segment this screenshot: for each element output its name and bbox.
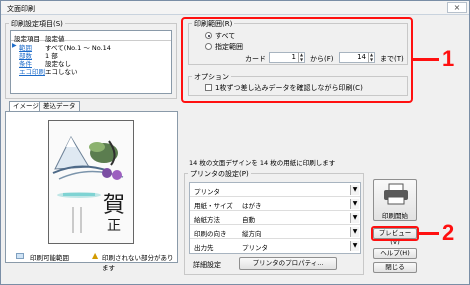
print-area-label: 印刷可能範囲 [30, 254, 69, 262]
printer-row-label: 給紙方法 [194, 216, 220, 224]
printer-row[interactable]: 給紙方法 自動 ▼ [190, 211, 360, 225]
printer-row-value: 自動 [242, 216, 255, 224]
printer-icon [384, 183, 408, 205]
dropdown-arrow-icon[interactable]: ▼ [350, 199, 359, 209]
callout-number-2: 2 [442, 220, 455, 245]
printer-row-label: 印刷の向き [194, 230, 227, 238]
tab-image[interactable]: イメージ [9, 101, 43, 111]
detail-settings-label: 詳細設定 [193, 261, 221, 269]
printer-row-label: 出力先 [194, 244, 214, 252]
printer-settings-group: プリンタの設定(P) プリンタ ▼ 用紙・サイズ はがき ▼ 給紙方法 自動 ▼… [184, 169, 364, 275]
print-start-label: 印刷開始 [382, 212, 408, 220]
print-dialog: 文面印刷 × 印刷設定項目(S) 設定項目 設定値 ▶ 範囲 すべて(No.1 … [0, 0, 470, 285]
settings-value: エコしない [45, 68, 78, 76]
help-button[interactable]: ヘルプ(H) [373, 248, 417, 259]
callout-box-1 [181, 17, 413, 103]
info-text: 14 枚の文面デザインを 14 枚の用紙に印刷します [189, 159, 336, 167]
warning-label: 印刷されない部分があります [102, 254, 174, 272]
preview-panel: 賀 正 印刷可能範囲 ▲ 印刷されない部分があります [5, 111, 178, 272]
printer-row-value: はがき [242, 202, 262, 210]
dropdown-arrow-icon[interactable]: ▼ [350, 241, 359, 251]
print-settings-title: 印刷設定項目(S) [9, 19, 65, 29]
tab-merge-data[interactable]: 差込データ [39, 101, 80, 111]
printer-row[interactable]: 用紙・サイズ はがき ▼ [190, 197, 360, 211]
card-preview: 賀 正 [48, 120, 134, 244]
printer-row-value: 縦方向 [242, 230, 262, 238]
print-area-legend-icon [16, 253, 24, 259]
printer-settings-title: プリンタの設定(P) [188, 169, 251, 179]
printer-properties-button[interactable]: プリンタのプロパティ... [239, 257, 337, 270]
printer-settings-table: プリンタ ▼ 用紙・サイズ はがき ▼ 給紙方法 自動 ▼ 印刷の向き 縦方向 … [189, 182, 361, 254]
print-settings-group: 印刷設定項目(S) 設定項目 設定値 ▶ 範囲 すべて(No.1 ～ No.14… [5, 19, 177, 99]
callout-box-2 [371, 226, 419, 241]
warning-icon: ▲ [92, 251, 99, 260]
printer-row[interactable]: 印刷の向き 縦方向 ▼ [190, 225, 360, 239]
callout-number-1: 1 [442, 46, 455, 71]
window-title: 文面印刷 [7, 5, 35, 13]
settings-row[interactable]: エコ印刷 エコしない [11, 66, 171, 76]
settings-row[interactable]: 条件 設定なし [11, 58, 171, 68]
title-bar: 文面印刷 × [1, 1, 469, 15]
settings-item[interactable]: エコ印刷 [19, 66, 45, 76]
settings-row[interactable]: ▶ 範囲 すべて(No.1 ～ No.14 [11, 42, 171, 52]
close-button[interactable]: 閉じる [373, 262, 417, 273]
print-start-button[interactable]: 印刷開始 [373, 179, 417, 221]
dropdown-arrow-icon[interactable]: ▼ [350, 213, 359, 223]
printer-row-value: プリンタ [242, 244, 268, 252]
settings-list[interactable]: 設定項目 設定値 ▶ 範囲 すべて(No.1 ～ No.14 部数 1 部 条件… [10, 30, 172, 94]
dropdown-arrow-icon[interactable]: ▼ [350, 185, 359, 195]
settings-row[interactable]: 部数 1 部 [11, 50, 171, 60]
dropdown-arrow-icon[interactable]: ▼ [350, 227, 359, 237]
close-window-button[interactable]: × [447, 2, 467, 13]
card-greeting-char2: 正 [107, 218, 121, 234]
printer-row-label: プリンタ [194, 188, 220, 196]
printer-row-label: 用紙・サイズ [194, 202, 233, 210]
printer-row[interactable]: プリンタ ▼ [190, 183, 360, 197]
callout-line-1 [412, 58, 439, 61]
printer-row[interactable]: 出力先 プリンタ ▼ [190, 239, 360, 253]
callout-line-2 [418, 232, 439, 235]
